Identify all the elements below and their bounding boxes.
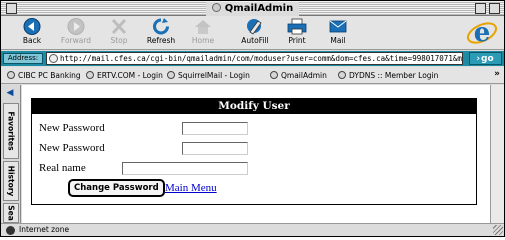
globe-icon xyxy=(7,71,15,79)
go-label: go xyxy=(481,54,494,64)
real-name-label: Real name xyxy=(39,162,86,174)
favorite-link[interactable]: QmailAdmin xyxy=(270,70,327,81)
back-button[interactable]: Back xyxy=(9,18,55,49)
internet-explorer-logo-icon: e xyxy=(466,18,498,48)
zoom-box[interactable] xyxy=(475,3,486,14)
toolbar: Back Forward Stop Refresh Home AutoFill … xyxy=(1,16,504,50)
sidebar-toggle-arrow-icon[interactable]: ◀ xyxy=(4,88,16,99)
main-menu-link[interactable]: Main Menu xyxy=(165,182,217,194)
tab-search[interactable]: Sea xyxy=(3,203,19,223)
favorites-bar: CIBC PC Banking ERTV.COM - Login Squirre… xyxy=(1,67,504,84)
globe-icon xyxy=(167,71,175,79)
globe-icon xyxy=(338,71,346,79)
favorite-link[interactable]: DYDNS :: Member Login xyxy=(338,70,438,81)
internet-zone-globe-icon xyxy=(6,226,15,235)
confirm-password-field[interactable] xyxy=(182,142,248,155)
title-bar[interactable]: QmailAdmin xyxy=(1,1,504,16)
page-content: Modify User New Password New Password Re… xyxy=(22,85,490,223)
address-input[interactable]: http://mail.cfes.ca/cgi-bin/qmailadmin/c… xyxy=(46,52,463,65)
home-button[interactable]: Home xyxy=(180,18,226,49)
home-icon xyxy=(195,20,211,34)
forward-arrow-icon xyxy=(67,18,85,35)
go-button[interactable]: ›go xyxy=(469,52,502,65)
globe-icon xyxy=(211,3,221,12)
back-arrow-icon xyxy=(23,18,41,35)
window-title: QmailAdmin xyxy=(224,3,294,14)
address-label: Address: xyxy=(3,53,43,64)
stop-x-icon xyxy=(111,18,127,35)
favorite-link[interactable]: CIBC PC Banking xyxy=(7,70,81,81)
address-bar: Address: http://mail.cfes.ca/cgi-bin/qma… xyxy=(1,51,504,66)
tab-history[interactable]: History xyxy=(3,161,19,201)
confirm-password-label: New Password xyxy=(39,142,105,154)
print-button[interactable]: Print xyxy=(274,18,320,49)
status-zone-text: Internet zone xyxy=(19,225,70,234)
forward-button[interactable]: Forward xyxy=(53,18,99,49)
svg-text:e: e xyxy=(474,18,491,48)
autofill-pen-icon xyxy=(247,19,262,35)
globe-icon xyxy=(86,71,94,79)
mail-envelope-icon xyxy=(329,20,347,33)
status-bar: Internet zone xyxy=(1,223,504,236)
real-name-field[interactable] xyxy=(122,162,248,175)
new-password-field[interactable] xyxy=(182,122,248,135)
modify-user-form: Modify User New Password New Password Re… xyxy=(31,98,477,205)
vertical-scrollbar[interactable] xyxy=(490,85,504,223)
refresh-button[interactable]: Refresh xyxy=(138,18,184,49)
browser-window: QmailAdmin Back Forward Stop Refresh Hom… xyxy=(0,0,505,237)
address-url: http://mail.cfes.ca/cgi-bin/qmailadmin/c… xyxy=(60,54,462,63)
globe-icon xyxy=(270,71,278,79)
page-icon xyxy=(49,54,58,63)
more-favorites-chevron-icon[interactable]: » xyxy=(494,69,500,79)
tab-favorites[interactable]: Favorites xyxy=(3,103,19,159)
new-password-label: New Password xyxy=(39,122,105,134)
form-heading: Modify User xyxy=(32,99,476,114)
favorite-link[interactable]: SquirrelMail - Login xyxy=(167,70,250,81)
refresh-icon xyxy=(153,18,169,35)
autofill-button[interactable]: AutoFill xyxy=(232,18,278,49)
stop-button[interactable]: Stop xyxy=(96,18,142,49)
collapse-box[interactable] xyxy=(489,3,500,14)
printer-icon xyxy=(287,18,307,35)
explorer-sidebar: ◀ Favorites History Sea xyxy=(1,85,21,223)
mail-button[interactable]: Mail xyxy=(315,18,361,49)
go-arrow-icon: › xyxy=(476,54,481,64)
favorite-link[interactable]: ERTV.COM - Login xyxy=(86,70,163,81)
resize-grip[interactable] xyxy=(493,225,503,235)
change-password-button[interactable]: Change Password xyxy=(69,180,164,196)
